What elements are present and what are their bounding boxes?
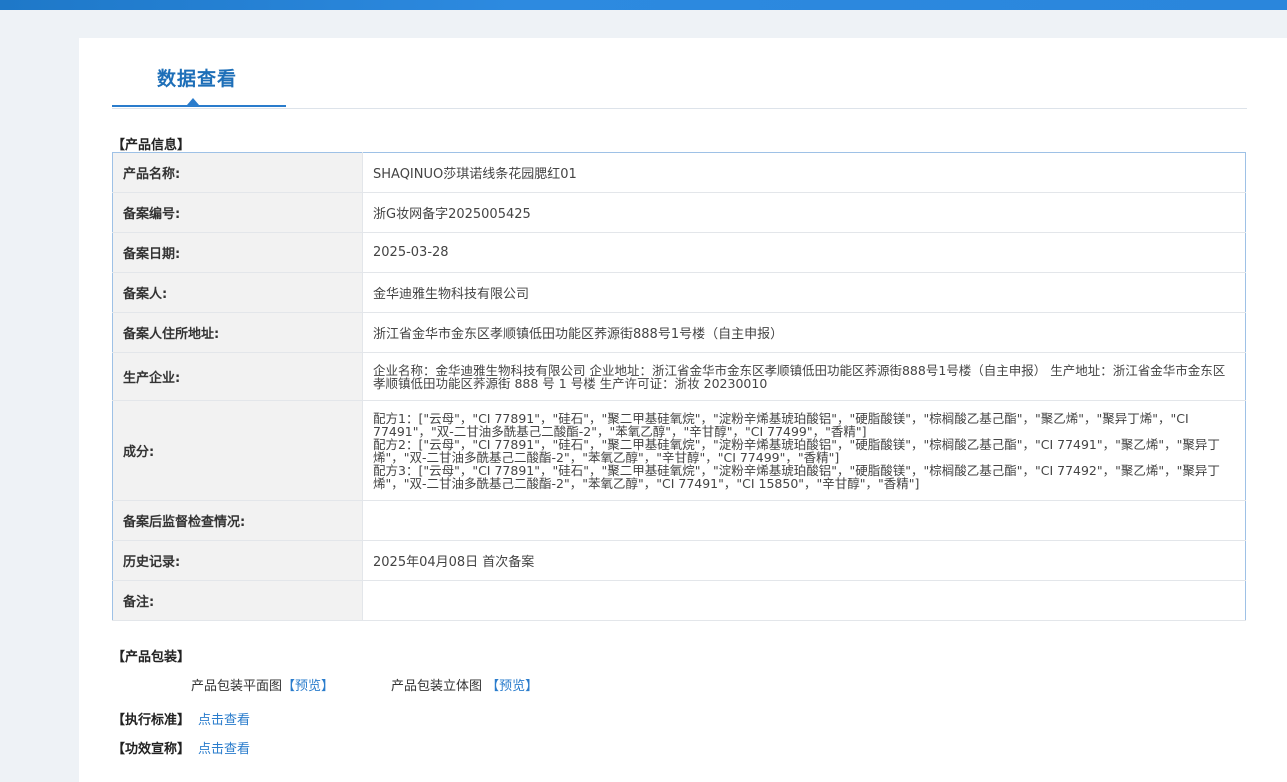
content-card: 数据查看 【产品信息】 产品名称: SHAQINUO莎琪诺线条花园腮红01 备案编号… [79,38,1287,782]
row-value: 2025年04月08日 首次备案 [362,540,1246,581]
ingredient-formula: 配方2：["云母"，"CI 77891"，"硅石"，"聚二甲基硅氧烷"，"淀粉辛… [373,436,1220,465]
section-product-info: 【产品信息】 [112,138,191,153]
row-value: 浙G妆网备字2025005425 [362,192,1246,233]
row-key: 产品名称: [112,152,363,193]
package-solid: 产品包装立体图 【预览】 [391,675,538,694]
row-value: SHAQINUO莎琪诺线条花园腮红01 [362,152,1246,193]
standard-view-link[interactable]: 点击查看 [198,713,250,728]
page-title[interactable]: 数据查看 [157,64,237,91]
table-row: 备案编号: 浙G妆网备字2025005425 [112,192,1246,233]
table-row: 产品名称: SHAQINUO莎琪诺线条花园腮红01 [112,152,1246,193]
package-flat: 产品包装平面图【预览】 [191,675,334,694]
row-key: 备案日期: [112,232,363,273]
product-info-table: 产品名称: SHAQINUO莎琪诺线条花园腮红01 备案编号: 浙G妆网备字20250… [112,152,1246,621]
row-value [362,500,1246,541]
package-flat-preview-link[interactable]: 【预览】 [282,679,334,694]
table-row: 历史记录: 2025年04月08日 首次备案 [112,540,1246,581]
table-row: 备案后监督检查情况: [112,500,1246,541]
row-value: 2025-03-28 [362,232,1246,273]
row-value: 配方1：["云母"，"CI 77891"，"硅石"，"聚二甲基硅氧烷"，"淀粉辛… [362,400,1246,501]
row-key: 备案后监督检查情况: [112,500,363,541]
row-value: 浙江省金华市金东区孝顺镇低田功能区荞源街888号1号楼（自主申报） [362,312,1246,353]
row-key: 成分: [112,400,363,501]
table-row: 备案人: 金华迪雅生物科技有限公司 [112,272,1246,313]
top-banner [0,0,1287,10]
row-key: 备案编号: [112,192,363,233]
tab-header: 数据查看 [112,38,1247,109]
row-value [362,580,1246,621]
row-value: 企业名称：金华迪雅生物科技有限公司 企业地址：浙江省金华市金东区孝顺镇低田功能区… [362,352,1246,401]
section-standard: 【执行标准】 [112,713,191,728]
row-key: 历史记录: [112,540,363,581]
table-row: 备案人住所地址: 浙江省金华市金东区孝顺镇低田功能区荞源街888号1号楼（自主申报… [112,312,1246,353]
row-key: 备案人: [112,272,363,313]
table-row: 生产企业: 企业名称：金华迪雅生物科技有限公司 企业地址：浙江省金华市金东区孝顺镇… [112,352,1246,401]
standard-row: 【执行标准】 点击查看 [112,709,250,728]
row-key: 生产企业: [112,352,363,401]
row-key: 备案人住所地址: [112,312,363,353]
table-row: 成分: 配方1：["云母"，"CI 77891"，"硅石"，"聚二甲基硅氧烷"，"… [112,400,1246,501]
package-solid-label: 产品包装立体图 [391,679,483,694]
package-flat-label: 产品包装平面图 [191,679,283,694]
table-row: 备案日期: 2025-03-28 [112,232,1246,273]
package-solid-preview-link[interactable]: 【预览】 [486,679,538,694]
section-efficacy: 【功效宣称】 [112,742,191,757]
ingredient-formula: 配方3：["云母"，"CI 77891"，"硅石"，"聚二甲基硅氧烷"，"淀粉辛… [373,462,1220,491]
row-key: 备注: [112,580,363,621]
ingredient-formula: 配方1：["云母"，"CI 77891"，"硅石"，"聚二甲基硅氧烷"，"淀粉辛… [373,410,1189,439]
table-row: 备注: [112,580,1246,621]
row-value: 金华迪雅生物科技有限公司 [362,272,1246,313]
efficacy-row: 【功效宣称】 点击查看 [112,738,250,757]
active-tab-underline [112,105,286,107]
efficacy-view-link[interactable]: 点击查看 [198,742,250,757]
active-tab-caret [187,98,199,105]
section-product-package: 【产品包装】 [112,650,191,665]
